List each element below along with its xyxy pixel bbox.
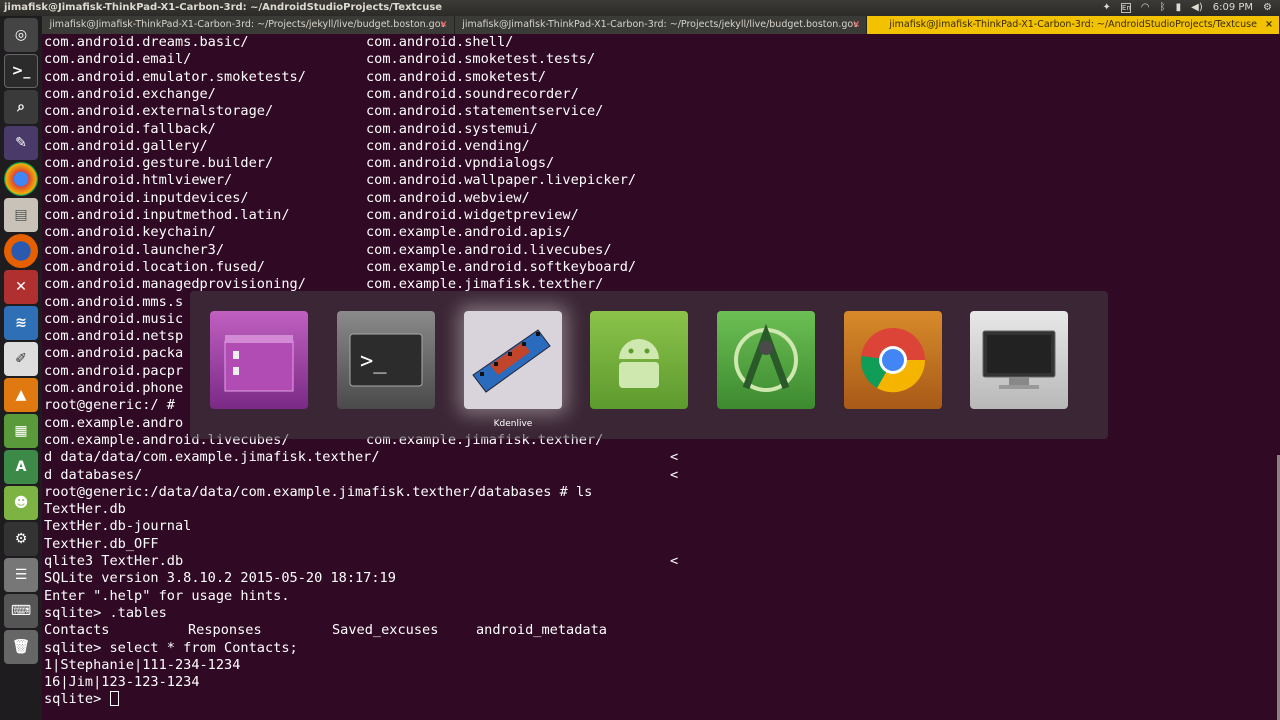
clock[interactable]: 6:09 PM xyxy=(1213,0,1253,16)
volume-icon[interactable]: ◀) xyxy=(1191,0,1203,16)
kdenlive-icon[interactable] xyxy=(464,311,562,409)
keyboard-icon[interactable]: ⌨ xyxy=(4,594,38,628)
switcher-selected-label: Kdenlive xyxy=(493,419,533,429)
spreadsheet-icon[interactable]: ▦ xyxy=(4,414,38,448)
text-editor-icon[interactable]: ✐ xyxy=(4,342,38,376)
tab-budget-1[interactable]: jimafisk@Jimafisk-ThinkPad-X1-Carbon-3rd… xyxy=(42,16,455,34)
firefox-icon[interactable] xyxy=(4,234,38,268)
tab-label: jimafisk@Jimafisk-ThinkPad-X1-Carbon-3rd… xyxy=(462,19,859,30)
display-icon[interactable] xyxy=(970,311,1068,409)
command-line: sqlite> select * from Contacts; xyxy=(44,639,298,656)
command-line: sqlite> .tables xyxy=(44,604,167,621)
app-switcher: >_ Kdenlive xyxy=(190,291,1108,439)
top-panel: jimafisk@Jimafisk-ThinkPad-X1-Carbon-3rd… xyxy=(0,0,1280,16)
tab-budget-2[interactable]: jimafisk@Jimafisk-ThinkPad-X1-Carbon-3rd… xyxy=(455,16,868,34)
listing-row: com.android.externalstorage/com.android.… xyxy=(44,103,604,120)
android-studio-icon[interactable]: A xyxy=(4,450,38,484)
tables-row: Contacts Responses Saved_excuses android_me… xyxy=(44,622,607,639)
partial-line: com.android.packa xyxy=(44,345,184,362)
svg-text:>_: >_ xyxy=(360,349,387,374)
vlc-icon[interactable]: ▲ xyxy=(4,378,38,412)
partial-line: com.android.netsp xyxy=(44,328,184,345)
power-gear-icon[interactable]: ⚙ xyxy=(1263,0,1272,16)
listing-row: com.android.emulator.smoketests/com.andr… xyxy=(44,68,547,85)
dropbox-icon[interactable]: ✦ xyxy=(1103,0,1111,16)
wifi-icon[interactable]: ◠ xyxy=(1141,0,1150,16)
window-title: jimafisk@Jimafisk-ThinkPad-X1-Carbon-3rd… xyxy=(4,2,443,13)
partial-line: com.android.mms.s xyxy=(44,293,184,310)
chrome-icon[interactable] xyxy=(844,311,942,409)
partial-line: com.android.phone xyxy=(44,380,184,396)
listing-row: com.android.location.fused/com.example.a… xyxy=(44,258,637,275)
bluetooth-icon[interactable]: ᛒ xyxy=(1160,0,1166,16)
dash-icon[interactable]: ◎ xyxy=(4,18,38,52)
terminal-tab-bar: jimafisk@Jimafisk-ThinkPad-X1-Carbon-3rd… xyxy=(42,16,1280,34)
terminal-icon[interactable]: >_ xyxy=(337,311,435,409)
text-cursor xyxy=(110,691,120,707)
listing-row: com.android.gesture.builder/com.android.… xyxy=(44,155,555,172)
keyboard-layout-icon[interactable]: En xyxy=(1120,3,1131,13)
listing-row: com.android.keychain/com.example.android… xyxy=(44,224,571,241)
terminal-icon[interactable]: >_ xyxy=(4,54,38,88)
system-tray: ✦ En ◠ ᛒ ▮ ◀) 6:09 PM ⚙ xyxy=(1103,0,1272,16)
close-icon[interactable]: × xyxy=(852,16,860,34)
partial-line: root@generic:/ # xyxy=(44,397,175,414)
tools-icon[interactable]: ✕ xyxy=(4,270,38,304)
files-icon[interactable] xyxy=(210,311,308,409)
listing-row: com.android.fallback/com.android.systemu… xyxy=(44,120,538,137)
listing-row: com.android.inputmethod.latin/com.androi… xyxy=(44,207,579,223)
monitor-icon[interactable]: ≋ xyxy=(4,306,38,340)
tab-label: jimafisk@Jimafisk-ThinkPad-X1-Carbon-3rd… xyxy=(49,19,447,30)
output-line: SQLite version 3.8.10.2 2015-05-20 18:17… xyxy=(44,570,396,587)
listing-row: com.android.inputdevices/com.android.web… xyxy=(44,189,530,206)
listing-row: com.android.exchange/com.android.soundre… xyxy=(44,85,579,102)
android-icon[interactable]: ☻ xyxy=(4,486,38,520)
close-icon[interactable]: × xyxy=(440,16,448,34)
trash-icon[interactable]: 🗑 xyxy=(4,630,38,664)
files-icon[interactable]: ▤ xyxy=(4,198,38,232)
search-icon[interactable]: ⌕ xyxy=(4,90,38,124)
kdenlive-icon[interactable]: ✎ xyxy=(4,126,38,160)
android-icon[interactable] xyxy=(590,311,688,409)
listing-row: com.android.dreams.basic/com.android.she… xyxy=(44,34,514,50)
command-line: root@generic:/data/data/com.example.jima… xyxy=(44,483,593,500)
chrome-icon[interactable] xyxy=(4,162,38,196)
partial-line: com.android.music xyxy=(44,310,184,327)
listing-row: com.android.launcher3/com.example.androi… xyxy=(44,241,612,258)
result-row: 16|Jim|123-123-1234 xyxy=(44,674,200,691)
tab-textcuse[interactable]: jimafisk@Jimafisk-ThinkPad-X1-Carbon-3rd… xyxy=(867,16,1280,34)
close-icon[interactable]: × xyxy=(1265,16,1273,34)
tab-label: jimafisk@Jimafisk-ThinkPad-X1-Carbon-3rd… xyxy=(889,19,1257,30)
server-icon[interactable]: ☰ xyxy=(4,558,38,592)
android-studio-icon[interactable] xyxy=(717,311,815,409)
file-entry: TextHer.db xyxy=(44,501,126,518)
file-entry: TextHer.db_OFF xyxy=(44,535,159,552)
listing-row: com.android.gallery/com.android.vending/ xyxy=(44,137,530,154)
file-entry: TextHer.db-journal xyxy=(44,518,192,535)
launcher: ◎ >_ ⌕ ✎ ▤ ✕ ≋ ✐ ▲ ▦ A ☻ ⚙ ☰ ⌨ 🗑 xyxy=(0,16,42,720)
partial-line: com.example.andro xyxy=(44,414,184,431)
partial-line: com.android.pacpr xyxy=(44,362,184,379)
command-line: qlite3 TextHer.db < xyxy=(44,553,679,569)
settings-icon[interactable]: ⚙ xyxy=(4,522,38,556)
command-line: d databases/< xyxy=(44,466,679,483)
battery-icon[interactable]: ▮ xyxy=(1176,0,1182,16)
listing-row: com.android.htmlviewer/com.android.wallp… xyxy=(44,172,637,189)
prompt-line[interactable]: sqlite> xyxy=(44,691,120,708)
result-row: 1|Stephanie|111-234-1234 xyxy=(44,656,241,673)
listing-row: com.android.email/com.android.smoketest.… xyxy=(44,51,596,68)
output-line: Enter ".help" for usage hints. xyxy=(44,587,290,604)
command-line: d data/data/com.example.jimafisk.texther… xyxy=(44,449,679,466)
